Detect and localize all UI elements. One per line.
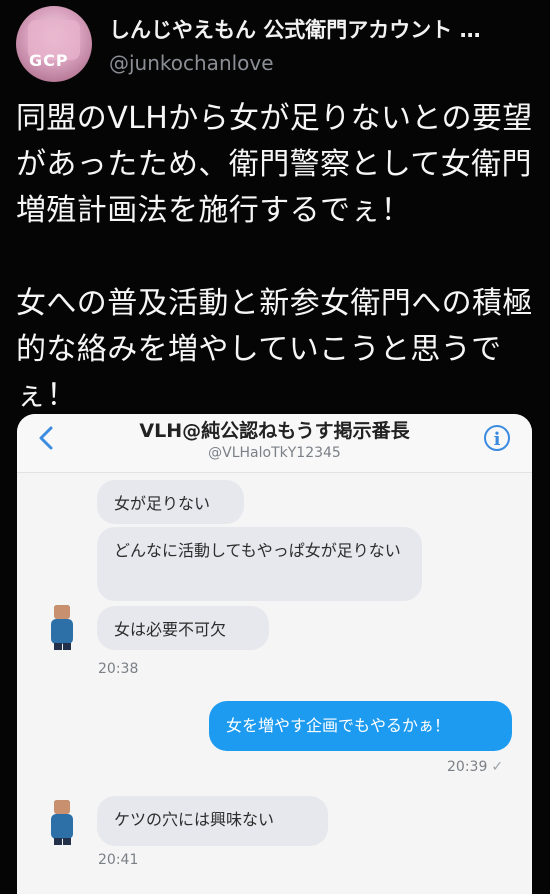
timestamp-2-text: 20:39 — [447, 759, 488, 775]
message-bubble-5: ケツの穴には興味ない — [97, 796, 328, 846]
tweet-header: GCP しんじやえもん 公式衛門アカウント … @junkochanlove — [16, 6, 536, 86]
avatar-body — [51, 619, 73, 644]
check-icon: ✓ — [491, 759, 504, 775]
avatar-leg-left — [54, 643, 62, 650]
avatar-logo-text: GCP — [29, 51, 69, 70]
avatar-head — [54, 605, 70, 619]
chat-header: VLH@純公認ねもうす掲示番長 @VLHaloTkY12345 i — [17, 414, 532, 473]
timestamp-3: 20:41 — [98, 852, 139, 868]
sender-avatar-1 — [47, 605, 77, 650]
message-bubble-4: 女を増やす企画でもやるかぁ！ — [209, 701, 512, 751]
info-icon[interactable]: i — [484, 425, 510, 451]
avatar-body — [51, 814, 73, 839]
sender-avatar-2 — [47, 800, 77, 845]
chat-title: VLH@純公認ねもうす掲示番長 — [139, 420, 410, 442]
avatar-head — [54, 800, 70, 814]
timestamp-2: 20:39 ✓ — [447, 759, 503, 775]
tweet-text: 同盟のVLHから女が足りないとの要望があったため、衛門警察として女衛門増殖計画法… — [16, 96, 536, 419]
message-bubble-1: 女が足りない — [97, 480, 244, 524]
avatar[interactable]: GCP — [16, 6, 92, 82]
display-name[interactable]: しんじやえもん 公式衛門アカウント … — [109, 14, 481, 44]
tweet-screen: GCP しんじやえもん 公式衛門アカウント … @junkochanlove 同… — [0, 0, 550, 894]
tweet-paragraph-1: 同盟のVLHから女が足りないとの要望があったため、衛門警察として女衛門増殖計画法… — [16, 101, 533, 228]
tweet-paragraph-2: 女への普及活動と新参女衛門への積極的な絡みを増やしていこうと思うでぇ！ — [16, 286, 533, 413]
avatar-leg-left — [54, 838, 62, 845]
avatar-leg-right — [63, 643, 71, 650]
user-handle[interactable]: @junkochanlove — [109, 51, 274, 75]
chat-handle: @VLHaloTkY12345 — [208, 445, 341, 461]
message-bubble-2: どんなに活動してもやっぱ女が足りない — [97, 527, 422, 601]
timestamp-1: 20:38 — [98, 661, 139, 677]
dm-screenshot-card[interactable]: VLH@純公認ねもうす掲示番長 @VLHaloTkY12345 i 女が足りない… — [17, 414, 532, 894]
message-bubble-3: 女は必要不可欠 — [97, 606, 269, 650]
avatar-leg-right — [63, 838, 71, 845]
